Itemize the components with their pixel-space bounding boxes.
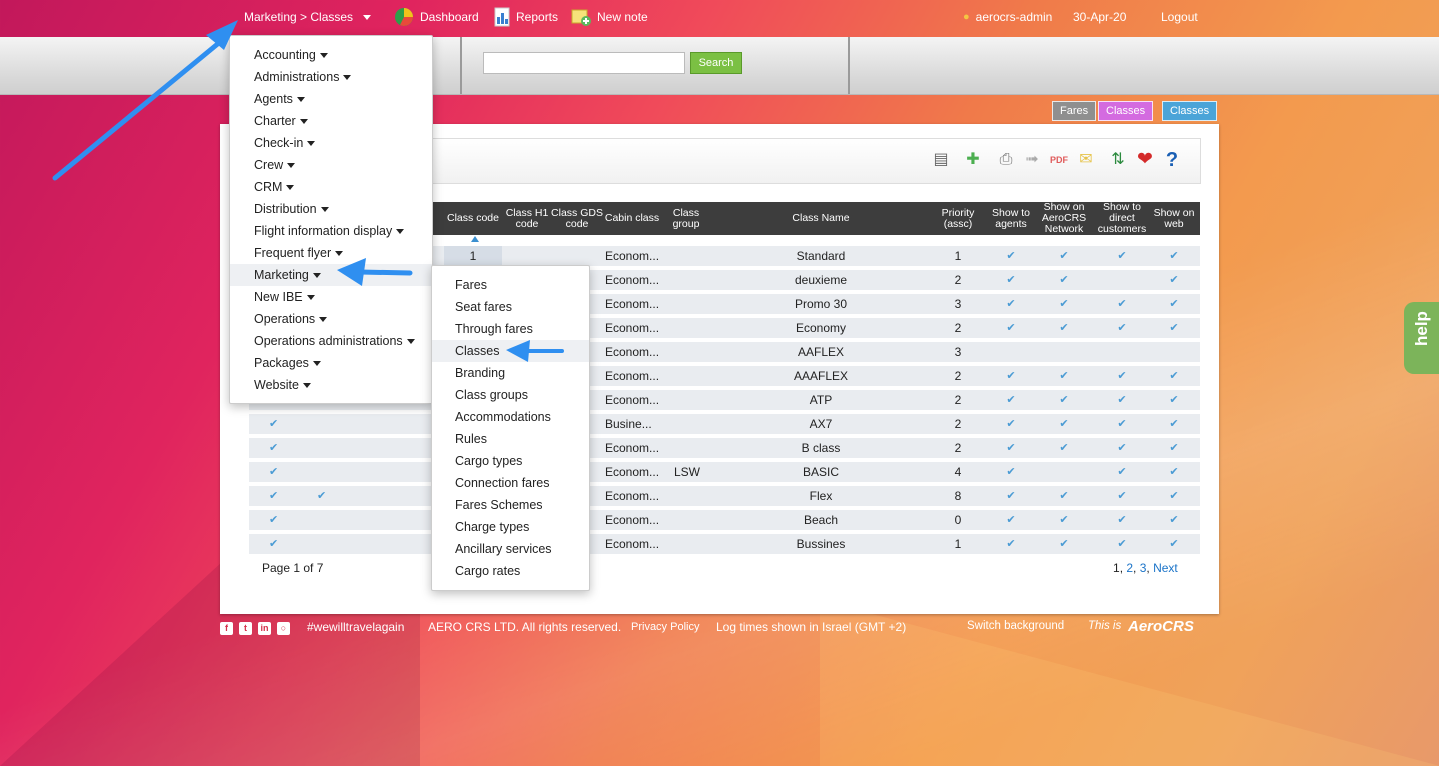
annotation-arrow-head [206,20,238,50]
annotation-arrow-head [337,258,366,286]
annotation-arrow [52,39,223,181]
annotation-arrow [357,269,413,276]
annotation-arrow-head [506,340,530,362]
annotation-arrows [52,20,564,362]
